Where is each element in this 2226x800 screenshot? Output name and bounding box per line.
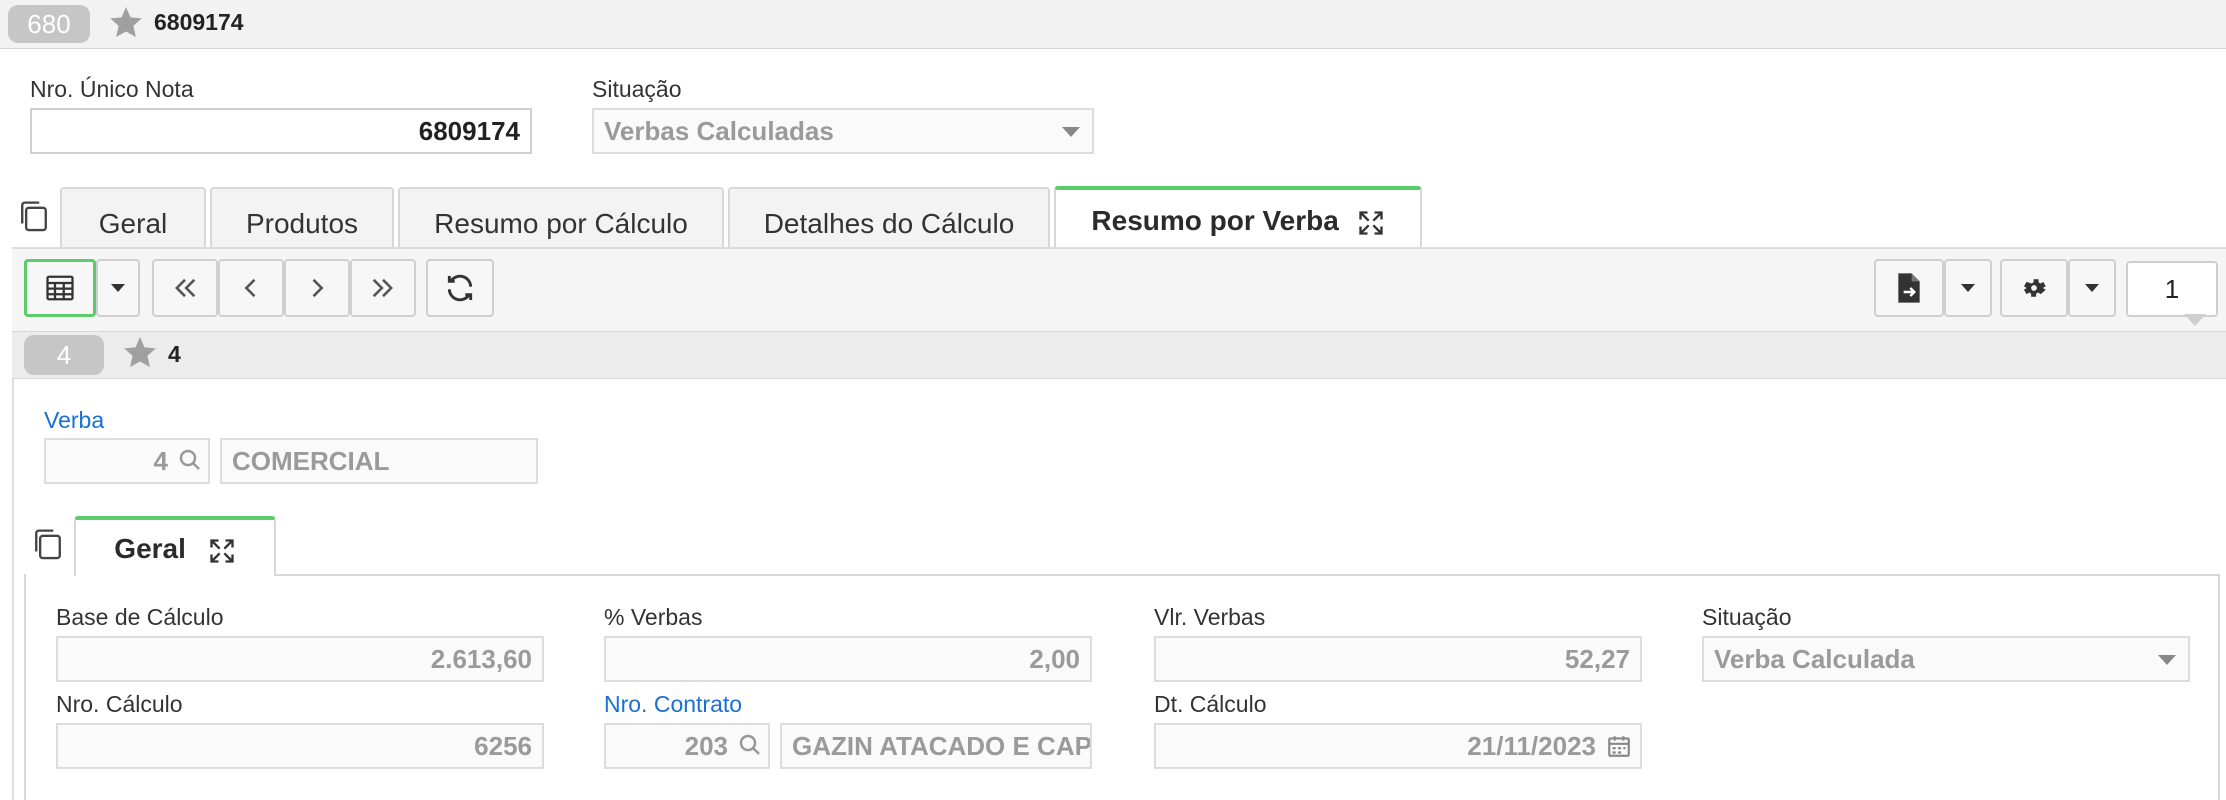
record-badge: 4	[24, 335, 104, 375]
record-count-badge: 680	[8, 5, 90, 43]
pct-verbas-label: % Verbas	[604, 604, 703, 630]
dt-calculo-label: Dt. Cálculo	[1154, 691, 1267, 717]
last-record-button[interactable]	[350, 259, 416, 317]
settings-dropdown[interactable]	[2068, 259, 2116, 317]
tab-resumo-verba[interactable]: Resumo por Verba	[1054, 186, 1422, 249]
nro-unico-label: Nro. Único Nota	[30, 76, 194, 102]
situacao-detail-select[interactable]: Verba Calculada	[1702, 636, 2190, 682]
tab-geral[interactable]: Geral	[60, 187, 206, 247]
chevron-down-icon	[1062, 127, 1080, 137]
base-calculo-field[interactable]: 2.613,60	[56, 636, 544, 682]
calendar-icon[interactable]	[1606, 733, 1632, 759]
tab-produtos[interactable]: Produtos	[210, 187, 394, 247]
copy-icon[interactable]	[18, 200, 50, 234]
tab-resumo-calculo[interactable]: Resumo por Cálculo	[398, 187, 724, 247]
copy-icon[interactable]	[32, 528, 64, 562]
nro-unico-field[interactable]: 6809174	[30, 108, 532, 154]
nro-contrato-name-field[interactable]: GAZIN ATACADO E CAP	[780, 723, 1092, 769]
caret-down-icon	[111, 284, 125, 292]
nro-contrato-code: 203	[684, 731, 728, 761]
tab-resumo-verba-label: Resumo por Verba	[1091, 205, 1339, 236]
favorite-star-icon[interactable]	[108, 4, 144, 40]
verba-label[interactable]: Verba	[44, 407, 104, 434]
refresh-button[interactable]	[426, 259, 494, 317]
nro-calculo-field[interactable]: 6256	[56, 723, 544, 769]
situacao-detail-label: Situação	[1702, 604, 1792, 630]
panel-left-border	[12, 379, 14, 800]
subtab-geral-label: Geral	[114, 533, 186, 564]
subtab-geral[interactable]: Geral	[74, 516, 276, 576]
expand-icon[interactable]	[1357, 209, 1385, 237]
page-number-pointer	[2184, 314, 2206, 326]
search-icon[interactable]	[738, 733, 762, 757]
chevron-down-icon	[2158, 655, 2176, 665]
search-icon[interactable]	[178, 448, 202, 472]
verba-name-field[interactable]: COMERCIAL	[220, 438, 538, 484]
situacao-value: Verbas Calculadas	[604, 116, 834, 146]
caret-down-icon	[2085, 284, 2099, 292]
vlr-verbas-label: Vlr. Verbas	[1154, 604, 1266, 630]
export-button[interactable]	[1874, 259, 1944, 317]
header-title: 6809174	[154, 9, 244, 35]
caret-down-icon	[1961, 284, 1975, 292]
tab-detalhes-calculo[interactable]: Detalhes do Cálculo	[728, 187, 1050, 247]
settings-button[interactable]	[2000, 259, 2068, 317]
grid-view-button[interactable]	[24, 259, 96, 317]
situacao-select[interactable]: Verbas Calculadas	[592, 108, 1094, 154]
nro-contrato-label[interactable]: Nro. Contrato	[604, 691, 742, 718]
page-number: 1	[2164, 274, 2180, 304]
expand-icon[interactable]	[208, 537, 236, 565]
record-header-bar	[12, 331, 2226, 379]
grid-view-dropdown[interactable]	[96, 259, 140, 317]
record-title: 4	[168, 341, 181, 367]
first-record-button[interactable]	[152, 259, 218, 317]
favorite-star-icon[interactable]	[122, 334, 158, 370]
page-number-field[interactable]: 1	[2126, 261, 2218, 317]
base-calculo-label: Base de Cálculo	[56, 604, 224, 630]
dt-calculo-field[interactable]: 21/11/2023	[1154, 723, 1642, 769]
header-bar	[0, 0, 2226, 49]
situacao-label: Situação	[592, 76, 682, 102]
export-dropdown[interactable]	[1944, 259, 1992, 317]
pct-verbas-field[interactable]: 2,00	[604, 636, 1092, 682]
situacao-detail-value: Verba Calculada	[1714, 644, 1915, 674]
previous-record-button[interactable]	[218, 259, 284, 317]
nro-calculo-label: Nro. Cálculo	[56, 691, 183, 717]
vlr-verbas-field[interactable]: 52,27	[1154, 636, 1642, 682]
dt-calculo-value: 21/11/2023	[1467, 731, 1596, 761]
next-record-button[interactable]	[284, 259, 350, 317]
verba-code: 4	[153, 446, 168, 476]
